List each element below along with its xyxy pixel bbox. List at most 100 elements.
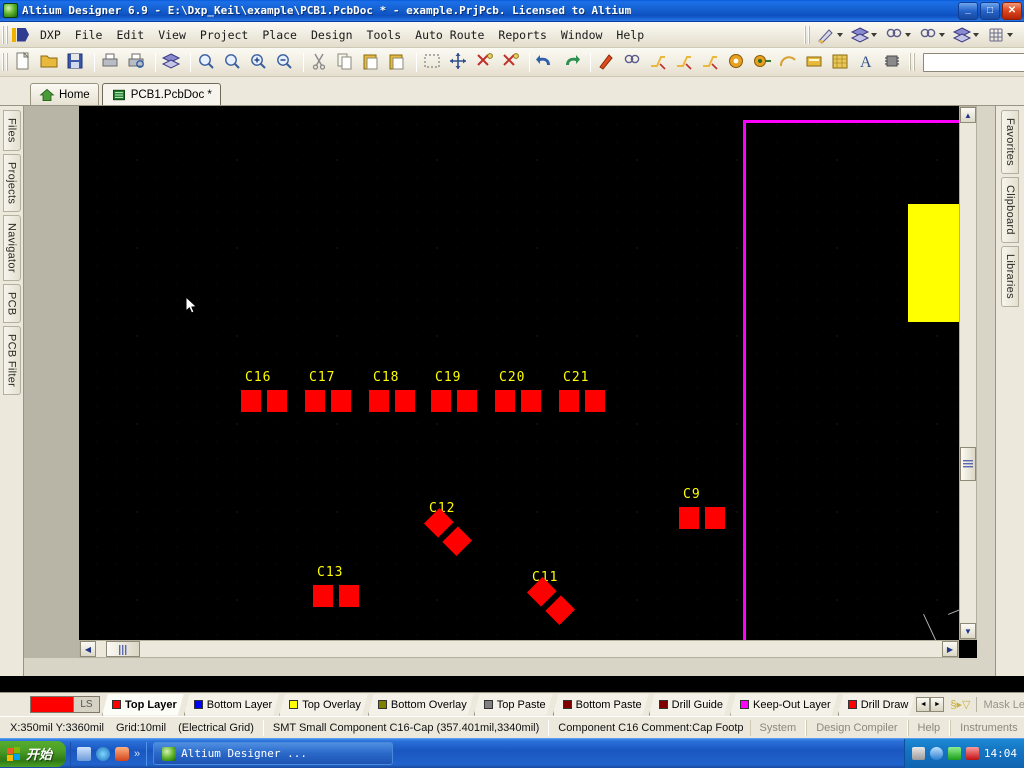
chevron-down-icon[interactable] xyxy=(1007,32,1013,37)
menu-item-view[interactable]: View xyxy=(151,24,193,46)
layer-tab-bottom-paste[interactable]: Bottom Paste xyxy=(553,694,649,716)
highlight-button[interactable] xyxy=(596,51,620,74)
media-player-icon[interactable] xyxy=(115,746,130,761)
grid-settings-icon-button[interactable] xyxy=(986,25,1018,45)
board-layers-button[interactable] xyxy=(161,51,185,74)
menu-item-reports[interactable]: Reports xyxy=(491,24,553,46)
place-via-button[interactable] xyxy=(752,51,776,74)
left-panel-tab-pcb-filter[interactable]: PCB Filter xyxy=(2,326,21,396)
internet-explorer-icon[interactable] xyxy=(96,746,111,761)
place-pad-button[interactable] xyxy=(726,51,750,74)
pad-2[interactable] xyxy=(331,390,351,412)
component-c13[interactable]: C13 xyxy=(295,549,391,645)
left-panel-tab-files[interactable]: Files xyxy=(2,110,21,151)
undo-button[interactable] xyxy=(535,51,559,74)
network-icon[interactable] xyxy=(947,747,961,760)
pad-2[interactable] xyxy=(585,390,605,412)
layer-stack-icon-button[interactable] xyxy=(952,25,984,45)
place-string-button[interactable]: A xyxy=(856,51,880,74)
pad-2[interactable] xyxy=(521,390,541,412)
find-similar-icon-button[interactable] xyxy=(884,25,916,45)
layer-tab-top-layer[interactable]: Top Layer xyxy=(102,694,184,716)
chevron-down-icon[interactable] xyxy=(837,32,843,37)
print-button[interactable] xyxy=(100,51,124,74)
pad-2[interactable] xyxy=(545,595,576,626)
scroll-left-button[interactable]: ◀ xyxy=(80,641,96,657)
menu-item-edit[interactable]: Edit xyxy=(109,24,151,46)
chevron-down-icon[interactable] xyxy=(939,32,945,37)
pad-1[interactable] xyxy=(305,390,325,412)
pcb-canvas[interactable]: C16C17C18C19C20C21C9C13C10C8C12C11C14C15… xyxy=(79,106,977,658)
new-button[interactable] xyxy=(13,51,37,74)
right-panel-tab-favorites[interactable]: Favorites xyxy=(1001,110,1019,174)
pad-2[interactable] xyxy=(457,390,477,412)
panel-button-help[interactable]: Help xyxy=(907,719,951,736)
zoom-in-button[interactable] xyxy=(248,51,272,74)
volume-icon[interactable] xyxy=(929,747,943,760)
menu-item-help[interactable]: Help xyxy=(609,24,651,46)
zoom-out-button[interactable] xyxy=(274,51,298,74)
pad-2[interactable] xyxy=(395,390,415,412)
panel-button-design-compiler[interactable]: Design Compiler xyxy=(806,719,908,736)
toolbar-combo-handle[interactable] xyxy=(909,53,916,71)
component-c12[interactable]: C12 xyxy=(407,485,503,581)
dxp-logo-icon[interactable] xyxy=(12,27,30,43)
layer-scroll-right-button[interactable]: ► xyxy=(930,697,945,712)
place-component-button[interactable] xyxy=(882,51,906,74)
print-preview-button[interactable] xyxy=(126,51,150,74)
layer-tab-top-overlay[interactable]: Top Overlay xyxy=(279,694,368,716)
copy-button[interactable] xyxy=(335,51,359,74)
toolbar-combo[interactable] xyxy=(923,52,1024,72)
layer-scroll-left-button[interactable]: ◄ xyxy=(916,697,931,712)
left-panel-tab-navigator[interactable]: Navigator xyxy=(2,214,21,281)
taskbar-task-altium[interactable]: Altium Designer ... xyxy=(153,742,394,765)
menu-item-design[interactable]: Design xyxy=(304,24,360,46)
start-button[interactable]: 开始 xyxy=(0,740,67,767)
place-polygon-button[interactable] xyxy=(830,51,854,74)
left-panel-tab-projects[interactable]: Projects xyxy=(2,153,21,212)
pad-2[interactable] xyxy=(339,585,359,607)
save-button[interactable] xyxy=(65,51,89,74)
redo-button[interactable] xyxy=(561,51,585,74)
scroll-down-button[interactable]: ▼ xyxy=(960,623,976,639)
panel-button-instruments[interactable]: Instruments xyxy=(950,719,1024,736)
chevron-down-icon[interactable] xyxy=(905,32,911,37)
pcb-inspector-icon-button[interactable] xyxy=(918,25,950,45)
pad-1[interactable] xyxy=(431,390,451,412)
paste-special-button[interactable] xyxy=(387,51,411,74)
layer-color-swatch-box[interactable]: LS xyxy=(30,696,100,713)
horizontal-scroll-thumb[interactable] xyxy=(106,641,140,657)
board-layers-icon-button[interactable] xyxy=(850,25,882,45)
vertical-scroll-thumb[interactable] xyxy=(960,447,976,481)
menu-item-window[interactable]: Window xyxy=(554,24,610,46)
layer-tab-top-paste[interactable]: Top Paste xyxy=(474,694,553,716)
canvas-vertical-scrollbar[interactable]: ▲ ▼ xyxy=(959,106,977,640)
chevron-down-icon[interactable] xyxy=(871,32,877,37)
layer-tab-bottom-overlay[interactable]: Bottom Overlay xyxy=(368,694,474,716)
menu-item-auto-route[interactable]: Auto Route xyxy=(408,24,491,46)
funnel-icon[interactable]: §▸▽ xyxy=(950,698,970,711)
right-panel-tab-libraries[interactable]: Libraries xyxy=(1001,245,1019,307)
paste-button[interactable] xyxy=(361,51,385,74)
document-tab-pcb1-pcbdoc[interactable]: PCB1.PcbDoc * xyxy=(101,83,221,105)
left-panel-tab-pcb[interactable]: PCB xyxy=(2,283,21,324)
menu-item-file[interactable]: File xyxy=(68,24,110,46)
move-selection-button[interactable] xyxy=(448,51,472,74)
menu-item-dxp[interactable]: DXP xyxy=(33,24,68,46)
right-panel-tab-clipboard[interactable]: Clipboard xyxy=(1001,176,1019,243)
pad-1[interactable] xyxy=(241,390,261,412)
deselect-all-button[interactable] xyxy=(474,51,498,74)
layer-tab-bottom-layer[interactable]: Bottom Layer xyxy=(184,694,279,716)
open-button[interactable] xyxy=(39,51,63,74)
menu-drag-handle[interactable] xyxy=(2,25,9,44)
browse-button[interactable] xyxy=(622,51,646,74)
canvas-horizontal-scrollbar[interactable]: ◀ ▶ xyxy=(79,640,959,658)
select-area-button[interactable] xyxy=(422,51,446,74)
component-c21[interactable]: C21 xyxy=(541,354,637,450)
minimize-button[interactable]: _ xyxy=(958,2,978,20)
scroll-right-button[interactable]: ▶ xyxy=(942,641,958,657)
layer-tab-drill-draw[interactable]: Drill Draw xyxy=(838,694,916,716)
component-c11[interactable]: C11 xyxy=(510,554,606,650)
mask-level-button[interactable]: Mask Level xyxy=(983,699,1024,711)
clear-filter-button[interactable] xyxy=(500,51,524,74)
